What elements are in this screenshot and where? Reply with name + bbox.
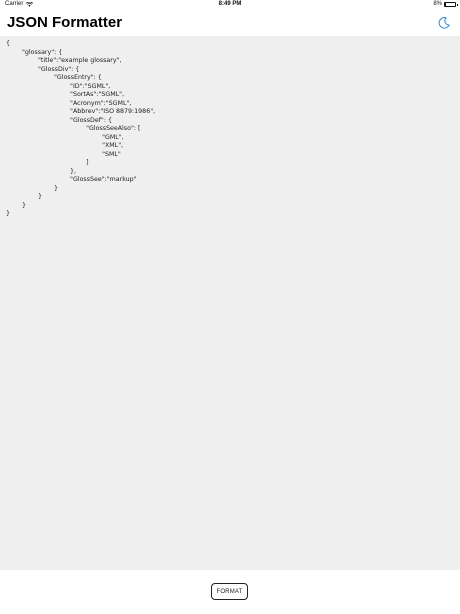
battery-fill [445, 2, 446, 6]
json-line: "Acronym":"SGML", [6, 99, 132, 107]
json-line: "GlossSeeAlso": [ [6, 125, 141, 132]
json-line: "GlossDiv": { [6, 65, 80, 73]
json-line: "GlossEntry": { [6, 74, 102, 81]
json-line: } [6, 193, 43, 200]
json-line: "GlossDef": { [6, 116, 112, 124]
json-line: "SortAs":"SGML", [6, 91, 125, 98]
bottom-toolbar: FORMAT [0, 570, 460, 614]
status-bar: Carrier 8:49 PM 8% [0, 0, 460, 10]
json-line: } [6, 184, 59, 192]
json-line: "title":"example glossary", [6, 57, 122, 64]
json-line: "ID":"SGML", [6, 82, 111, 90]
json-line: } [6, 201, 27, 209]
json-line: "glossary": { [6, 48, 63, 56]
battery-percent: 8% [433, 1, 442, 7]
json-line: { [6, 40, 11, 47]
json-editor[interactable]: { "glossary": { "title":"example glossar… [0, 36, 460, 570]
navigation-bar: JSON Formatter [0, 10, 460, 36]
page-title: JSON Formatter [7, 14, 123, 31]
status-time: 8:49 PM [218, 1, 242, 7]
json-line: "SML" [6, 150, 121, 158]
moon-icon[interactable] [437, 16, 451, 30]
format-button[interactable]: FORMAT [211, 583, 248, 600]
json-line: "XML", [6, 142, 124, 149]
status-right: 8% [433, 1, 458, 7]
json-line: ] [6, 159, 89, 166]
json-line: "GlossSee":"markup" [6, 176, 137, 183]
json-text[interactable]: { "glossary": { "title":"example glossar… [6, 40, 155, 219]
json-line: "GML", [6, 133, 124, 141]
battery-icon [444, 1, 458, 7]
json-line: } [6, 210, 11, 217]
json-line: "Abbrev":"ISO 8879:1986", [6, 108, 156, 115]
json-line: }, [6, 167, 77, 175]
